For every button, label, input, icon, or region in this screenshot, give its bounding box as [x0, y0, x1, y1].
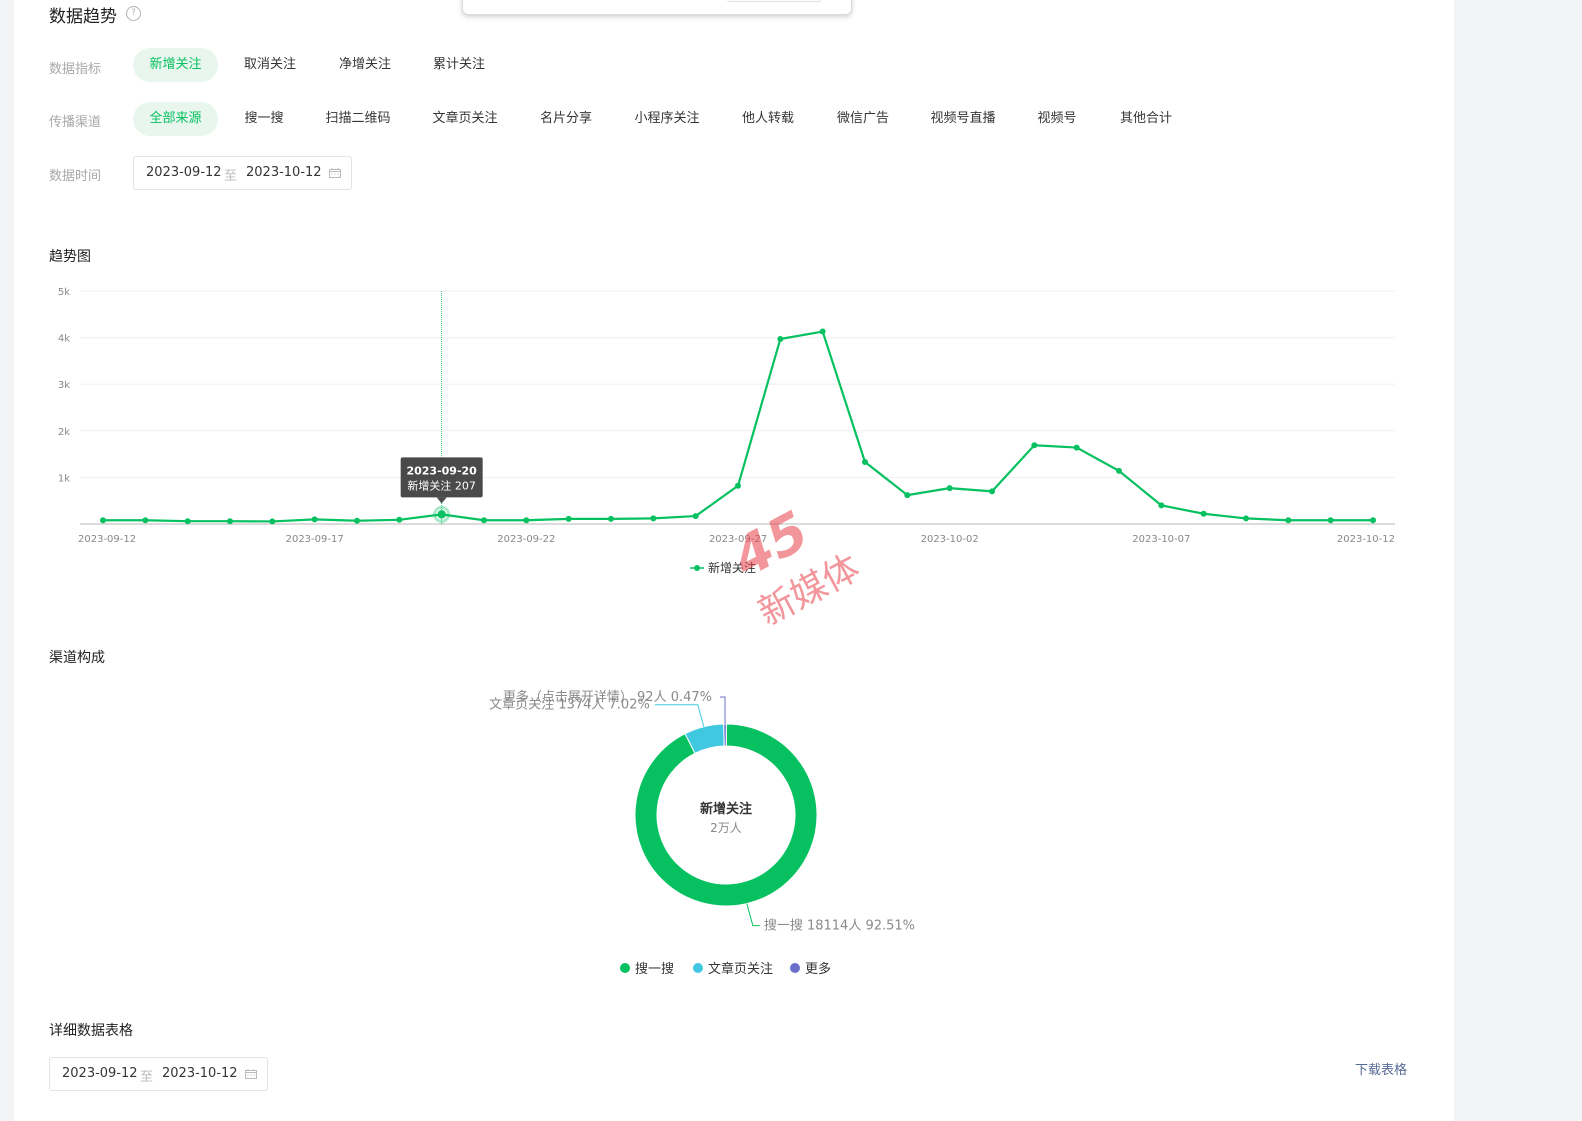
channel-label: 传播渠道 — [49, 115, 102, 130]
metric-chip-unfollow[interactable]: 取消关注 — [231, 48, 309, 82]
watermark-logo: 45 新媒体 — [722, 499, 867, 634]
metric-chip-net[interactable]: 净增关注 — [326, 48, 404, 82]
channel-chip-other[interactable]: 其他合计 — [1110, 102, 1182, 136]
y-tick-label: 5k — [58, 287, 70, 298]
data-point — [100, 517, 106, 524]
data-point — [227, 518, 233, 525]
calendar-icon[interactable] — [329, 168, 341, 178]
date-separator: 至 — [224, 169, 238, 184]
tooltip-value: 新增关注 207 — [407, 478, 476, 492]
data-point — [1243, 515, 1249, 522]
data-point — [354, 517, 360, 524]
label-leader-article — [654, 704, 705, 727]
donut-center-value: 2万人 — [710, 821, 742, 835]
trend-title: 趋势图 — [49, 249, 91, 265]
channel-chip-ads[interactable]: 微信广告 — [828, 102, 898, 136]
tooltip-arrow — [436, 497, 447, 504]
data-point — [1073, 444, 1080, 451]
channel-chip-miniprogram[interactable]: 小程序关注 — [628, 102, 706, 136]
date-end[interactable]: 2023-10-12 — [246, 165, 322, 180]
data-point — [1285, 517, 1292, 524]
table-date-end[interactable]: 2023-10-12 — [162, 1066, 238, 1081]
table-title: 详细数据表格 — [49, 1023, 133, 1039]
channel-chip-channels[interactable]: 视频号 — [1028, 102, 1086, 136]
data-point — [1327, 517, 1334, 524]
y-tick-label: 4k — [58, 334, 70, 345]
data-point — [777, 335, 784, 342]
channel-donut-chart[interactable]: 新增关注2万人搜一搜 18114人 92.51%文章页关注 1374人 7.02… — [0, 670, 1440, 1000]
composition-title: 渠道构成 — [49, 650, 105, 666]
data-point — [904, 492, 911, 499]
legend-dot — [790, 963, 800, 973]
page-title: 数据趋势 — [49, 7, 117, 27]
data-point — [650, 515, 657, 522]
data-point — [608, 515, 614, 522]
date-label: 数据时间 — [49, 169, 102, 184]
channel-chip-card[interactable]: 名片分享 — [531, 102, 601, 136]
slice-label-search: 搜一搜 18114人 92.51% — [764, 919, 915, 934]
x-tick-label: 2023-10-12 — [1337, 534, 1395, 545]
channel-chip-repost[interactable]: 他人转载 — [733, 102, 803, 136]
dropdown-popup-edge — [462, 0, 852, 15]
table-date-separator: 至 — [140, 1070, 154, 1085]
metric-chip-total[interactable]: 累计关注 — [420, 48, 498, 82]
y-tick-label: 1k — [58, 473, 70, 484]
legend-dot — [693, 963, 703, 973]
table-date-range-picker[interactable]: 2023-09-12 至 2023-10-12 — [49, 1057, 268, 1091]
data-point — [946, 485, 953, 492]
x-tick-label: 2023-09-17 — [286, 534, 344, 545]
channel-chip-search[interactable]: 搜一搜 — [235, 102, 293, 136]
legend-label: 文章页关注 — [708, 961, 773, 977]
table-date-start[interactable]: 2023-09-12 — [62, 1066, 138, 1081]
donut-slice-more — [723, 723, 727, 747]
x-tick-label: 2023-09-22 — [497, 534, 555, 545]
x-tick-label: 2023-09-12 — [78, 534, 136, 545]
data-point — [311, 516, 318, 523]
channel-chip-article[interactable]: 文章页关注 — [426, 102, 504, 136]
channel-chip-live[interactable]: 视频号直播 — [922, 102, 1004, 136]
legend-marker — [694, 565, 700, 571]
donut-center-title: 新增关注 — [700, 801, 752, 817]
data-point — [565, 515, 572, 522]
data-point — [396, 516, 403, 523]
slice-label-more: 更多（点击展开详情） 92人 0.47% — [503, 689, 712, 705]
download-table-link[interactable]: 下载表格 — [1355, 1059, 1407, 1078]
label-leader-search — [746, 903, 760, 927]
data-point — [819, 328, 826, 335]
x-tick-label: 2023-10-07 — [1132, 534, 1190, 545]
data-point — [1031, 442, 1038, 449]
data-point — [862, 459, 868, 466]
legend-dot — [620, 963, 630, 973]
calendar-icon[interactable] — [245, 1069, 257, 1079]
legend-label: 搜一搜 — [635, 962, 674, 977]
data-point — [523, 517, 530, 524]
data-point — [989, 488, 995, 495]
data-point — [1200, 510, 1207, 517]
date-range-picker[interactable]: 2023-09-12 至 2023-10-12 — [133, 156, 352, 190]
y-tick-label: 2k — [58, 427, 70, 438]
x-tick-label: 2023-10-02 — [921, 534, 979, 545]
channel-chip-all[interactable]: 全部来源 — [133, 102, 218, 136]
legend-label: 更多 — [805, 961, 831, 977]
question-circle-icon[interactable]: ? — [126, 6, 141, 21]
data-point — [269, 518, 276, 525]
date-start[interactable]: 2023-09-12 — [146, 165, 222, 180]
data-point — [184, 518, 191, 525]
tooltip-date: 2023-09-20 — [406, 464, 477, 477]
data-point — [1116, 467, 1122, 474]
data-point — [437, 510, 446, 519]
data-point — [142, 517, 149, 524]
data-point — [481, 517, 487, 524]
channel-chip-qrcode[interactable]: 扫描二维码 — [318, 102, 398, 136]
popup-button-edge[interactable] — [727, 0, 821, 2]
data-point — [692, 513, 699, 520]
label-leader-more — [720, 696, 726, 725]
data-point — [1158, 502, 1165, 509]
y-tick-label: 3k — [58, 380, 70, 391]
data-point — [1370, 517, 1376, 524]
metric-label: 数据指标 — [49, 62, 102, 77]
metric-chip-new[interactable]: 新增关注 — [133, 48, 218, 82]
